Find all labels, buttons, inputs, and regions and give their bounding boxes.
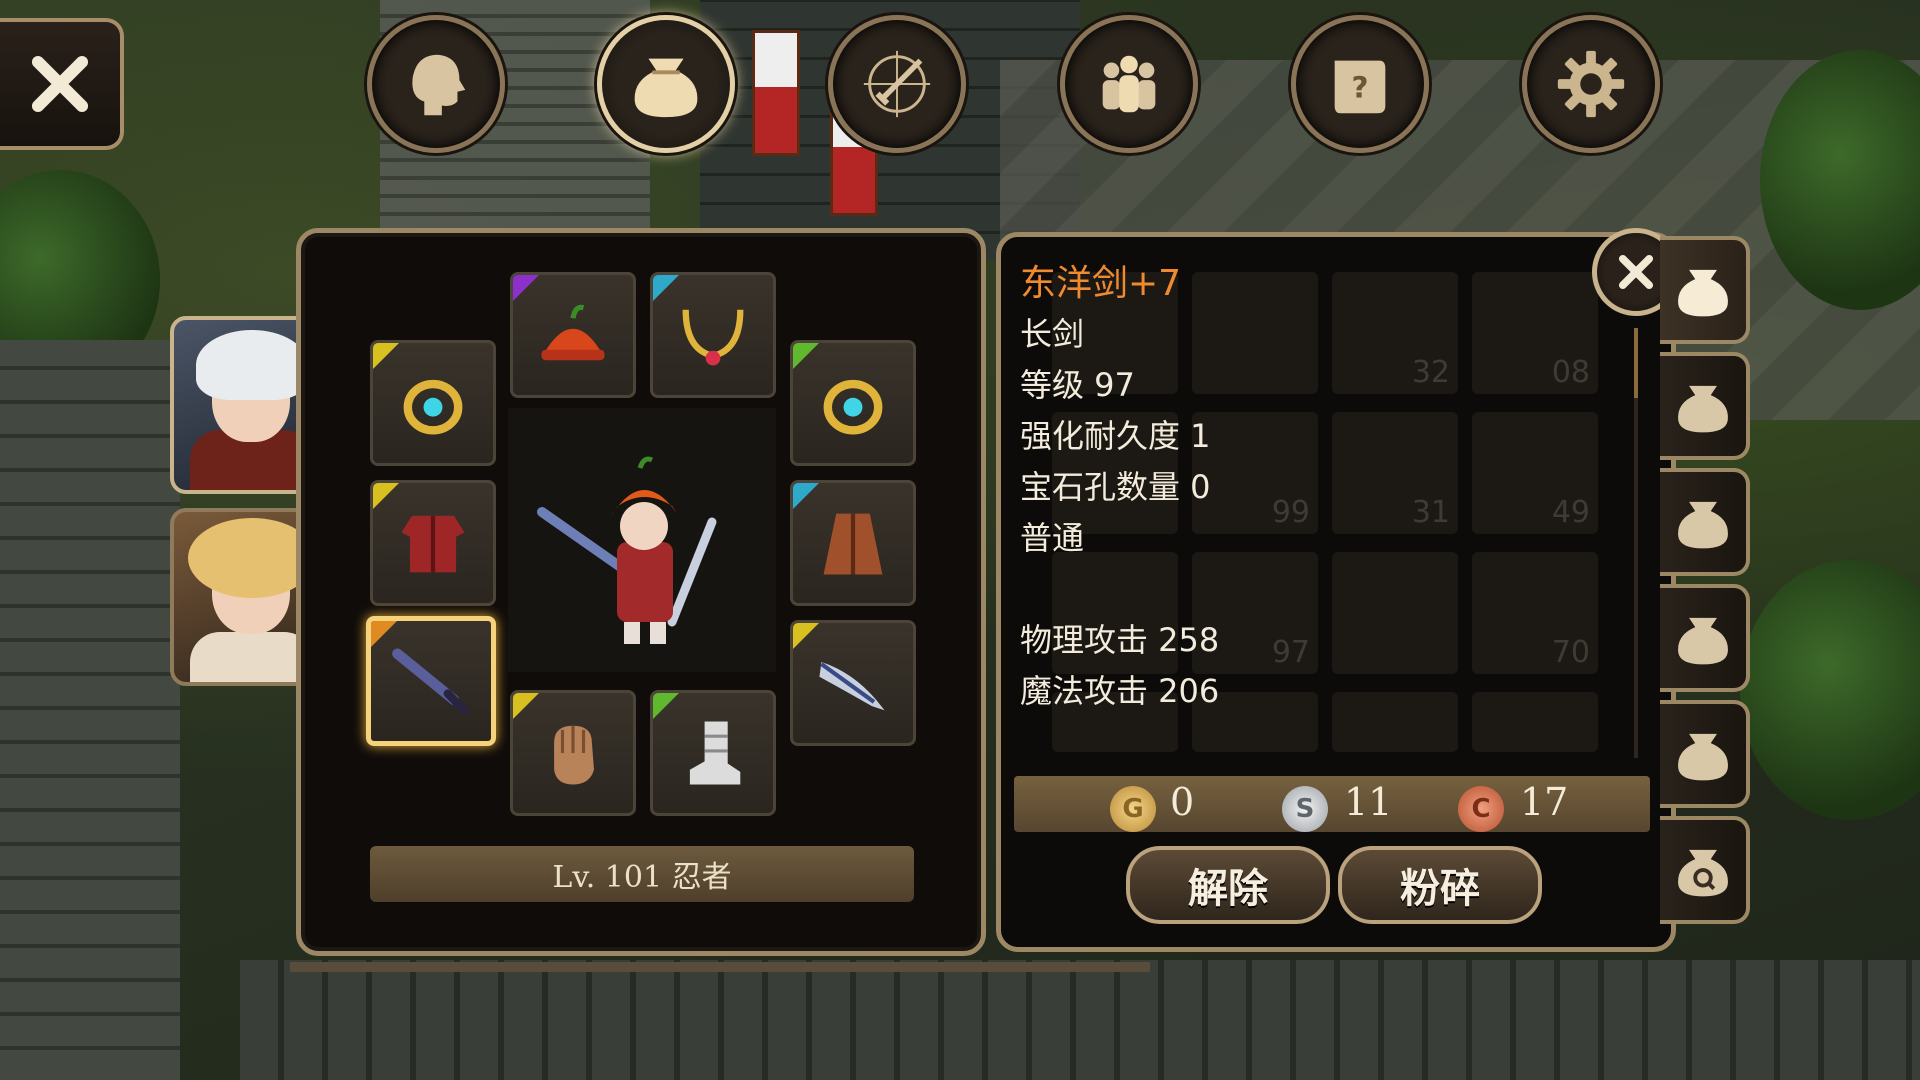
inventory-cell: 49 <box>1472 412 1598 534</box>
people-icon <box>1102 55 1156 113</box>
scroll-icon: ? <box>1334 60 1386 114</box>
red-armor-icon <box>401 515 465 573</box>
silver-coin-icon: S <box>1282 786 1328 832</box>
nav-skills-button[interactable] <box>828 15 966 153</box>
stats-spacer <box>1020 564 1219 615</box>
equip-slot-gloves[interactable] <box>510 690 636 816</box>
nav-settings-button[interactable] <box>1522 15 1660 153</box>
inventory-cell: 32 <box>1332 272 1458 394</box>
copper-coin-icon: C <box>1458 786 1504 832</box>
rarity-marker <box>373 343 399 369</box>
rarity-marker <box>793 483 819 509</box>
nav-inventory-button[interactable] <box>597 15 735 153</box>
bag-tab-2[interactable] <box>1660 352 1750 460</box>
inventory-cell <box>1472 692 1598 752</box>
rarity-marker <box>793 343 819 369</box>
rarity-marker <box>793 623 819 649</box>
rarity-marker <box>653 275 679 301</box>
equip-slot-weapon[interactable] <box>366 616 496 746</box>
inventory-cell <box>1332 692 1458 752</box>
blade-icon <box>819 662 885 711</box>
equip-slot-necklace[interactable] <box>650 272 776 398</box>
inventory-cell: 70 <box>1472 552 1598 674</box>
equip-slot-ring-right[interactable] <box>790 340 916 466</box>
close-menu-button[interactable] <box>0 18 124 150</box>
detail-scrollbar[interactable] <box>1634 328 1638 758</box>
currency-bar: G 0 S 11 C 17 <box>1014 776 1650 832</box>
bag-search-icon <box>1678 849 1728 897</box>
head-icon <box>412 54 466 116</box>
panel-bottom-edge <box>290 962 1150 972</box>
silver-amount: 11 <box>1344 780 1393 824</box>
inventory-cell: 08 <box>1472 272 1598 394</box>
leather-glove-icon <box>554 725 594 785</box>
equip-slot-cloak[interactable] <box>790 480 916 606</box>
item-name: 东洋剑+7 <box>1020 263 1182 304</box>
white-boot-icon <box>689 721 741 785</box>
equip-slot-offhand[interactable] <box>790 620 916 746</box>
nav-character-button[interactable] <box>367 15 505 153</box>
gold-necklace-icon <box>682 309 744 366</box>
gear-icon <box>1557 50 1625 118</box>
bag-icon <box>1678 733 1728 781</box>
equip-slot-armor[interactable] <box>370 480 496 606</box>
gold-ring-icon <box>823 379 883 435</box>
item-durability: 强化耐久度 1 <box>1020 417 1211 455</box>
character-preview <box>508 408 776 672</box>
bag-tab-5[interactable] <box>1660 700 1750 808</box>
castle-wall-left <box>0 340 180 1080</box>
gold-amount: 0 <box>1170 780 1195 824</box>
equip-slot-helmet[interactable] <box>510 272 636 398</box>
close-icon <box>31 55 89 113</box>
inventory-cell: 31 <box>1332 412 1458 534</box>
ninja-character-sprite <box>537 456 717 644</box>
red-white-banner <box>752 30 800 156</box>
bag-tab-search[interactable] <box>1660 816 1750 924</box>
copper-amount: 17 <box>1520 780 1569 824</box>
brown-coat-icon <box>823 513 883 575</box>
nav-party-button[interactable] <box>1060 15 1198 153</box>
rarity-marker <box>513 275 539 301</box>
item-level: 等级 97 <box>1020 366 1135 404</box>
rarity-marker <box>653 693 679 719</box>
svg-text:?: ? <box>1352 71 1369 105</box>
item-stats: 东洋剑+7 长剑 等级 97 强化耐久度 1 宝石孔数量 0 普通 物理攻击 2… <box>1020 258 1219 717</box>
rarity-marker <box>513 693 539 719</box>
scrollbar-thumb[interactable] <box>1634 328 1638 398</box>
smash-button[interactable]: 粉碎 <box>1338 846 1542 924</box>
castle-wall-bottom <box>240 960 1920 1080</box>
red-hat-icon <box>541 304 605 361</box>
dark-sword-icon <box>392 648 469 715</box>
bag-icon <box>1678 385 1728 433</box>
character-level-label: Lv. 101 忍者 <box>370 846 914 902</box>
bag-tab-3[interactable] <box>1660 468 1750 576</box>
bag-icon <box>634 58 698 118</box>
item-type: 长剑 <box>1020 315 1085 353</box>
bag-icon <box>1678 269 1728 317</box>
gold-ring-icon <box>403 379 463 435</box>
bag-icon <box>1678 501 1728 549</box>
bag-tab-4[interactable] <box>1660 584 1750 692</box>
sword-compass-icon <box>863 50 931 118</box>
inventory-cell <box>1332 552 1458 674</box>
rarity-marker <box>373 483 399 509</box>
bag-tab-1[interactable] <box>1660 236 1750 344</box>
gold-coin-icon: G <box>1110 786 1156 832</box>
bag-icon <box>1678 617 1728 665</box>
rarity-marker <box>371 621 397 647</box>
item-gem-slots: 宝石孔数量 0 <box>1020 468 1211 506</box>
portrait-hair <box>196 330 308 400</box>
item-phys-attack: 物理攻击 258 <box>1020 621 1220 659</box>
equip-slot-boots[interactable] <box>650 690 776 816</box>
item-grade: 普通 <box>1020 519 1085 557</box>
unequip-button[interactable]: 解除 <box>1126 846 1330 924</box>
equip-slot-ring-left[interactable] <box>370 340 496 466</box>
close-icon <box>1618 254 1654 290</box>
item-magic-attack: 魔法攻击 206 <box>1020 672 1220 710</box>
nav-quest-button[interactable]: ? <box>1291 15 1429 153</box>
